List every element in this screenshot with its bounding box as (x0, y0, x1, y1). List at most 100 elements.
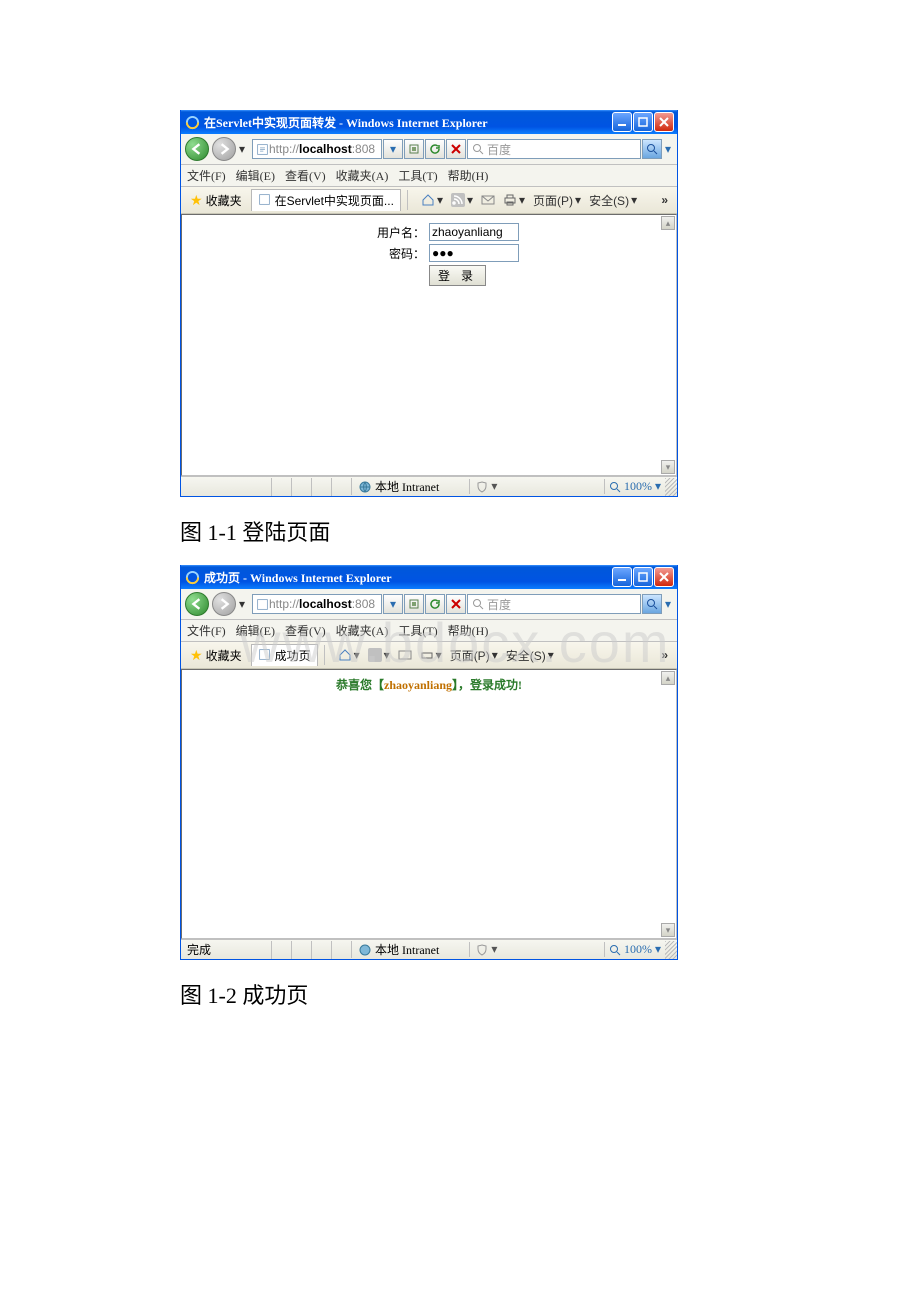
username-label: 用户名： (377, 224, 425, 241)
separator (407, 190, 408, 210)
tab-title: 成功页 (275, 647, 311, 664)
window-title: 在Servlet中实现页面转发 - Windows Internet Explo… (204, 114, 612, 131)
password-label: 密码： (377, 245, 425, 262)
resize-grip[interactable] (665, 478, 677, 496)
menu-tools[interactable]: 工具(T) (398, 622, 437, 639)
page-content: ▴ 用户名： 密码： 登 录 ▾ (181, 214, 677, 476)
titlebar[interactable]: 在Servlet中实现页面转发 - Windows Internet Explo… (181, 110, 677, 134)
mail-button[interactable] (395, 648, 415, 662)
compat-view-button[interactable] (404, 594, 424, 614)
search-input[interactable]: 百度 (467, 139, 641, 159)
back-button[interactable] (185, 592, 209, 616)
menu-file[interactable]: 文件(F) (187, 167, 226, 184)
close-button[interactable] (654, 567, 674, 587)
compat-view-button[interactable] (404, 139, 424, 159)
ie-window-login: 在Servlet中实现页面转发 - Windows Internet Explo… (180, 110, 678, 497)
nav-history-dropdown[interactable]: ▾ (239, 597, 249, 611)
command-bar: ▾ ▾ ▾ 页面(P)▾ 安全(S)▾ » (331, 647, 674, 664)
protected-mode[interactable]: ▾ (469, 942, 503, 957)
page-icon (256, 143, 269, 156)
home-button[interactable]: ▾ (335, 648, 363, 662)
close-button[interactable] (654, 112, 674, 132)
refresh-button[interactable] (425, 594, 445, 614)
page-icon (256, 598, 269, 611)
status-text: 完成 (181, 941, 271, 958)
stop-button[interactable] (446, 139, 466, 159)
menu-help[interactable]: 帮助(H) (448, 622, 489, 639)
safety-menu[interactable]: 安全(S)▾ (586, 192, 640, 209)
url-input[interactable]: http://localhost:808 (252, 594, 382, 614)
printer-icon (503, 193, 517, 207)
menu-bar[interactable]: 文件(F) 编辑(E) 查看(V) 收藏夹(A) 工具(T) 帮助(H) (181, 620, 677, 642)
search-icon (472, 598, 484, 610)
search-go-button[interactable] (642, 594, 662, 614)
search-input[interactable]: 百度 (467, 594, 641, 614)
star-icon: ★ (190, 192, 203, 209)
forward-button[interactable] (212, 592, 236, 616)
stop-button[interactable] (446, 594, 466, 614)
menu-bar[interactable]: 文件(F) 编辑(E) 查看(V) 收藏夹(A) 工具(T) 帮助(H) (181, 165, 677, 187)
protected-mode[interactable]: ▾ (469, 479, 503, 494)
window-controls (612, 112, 674, 132)
url-port: :808 (352, 142, 375, 156)
url-dropdown-button[interactable]: ▾ (383, 594, 403, 614)
menu-help[interactable]: 帮助(H) (448, 167, 489, 184)
menu-tools[interactable]: 工具(T) (398, 167, 437, 184)
menu-file[interactable]: 文件(F) (187, 622, 226, 639)
rss-icon (451, 193, 465, 207)
home-button[interactable]: ▾ (418, 193, 446, 207)
ie-window-success: 成功页 - Windows Internet Explorer ▾ http:/… (180, 565, 678, 960)
zoom-icon (609, 481, 621, 493)
rss-icon (368, 648, 382, 662)
menu-edit[interactable]: 编辑(E) (236, 167, 275, 184)
safety-menu[interactable]: 安全(S)▾ (503, 647, 557, 664)
menu-favorites[interactable]: 收藏夹(A) (336, 622, 389, 639)
page-icon (258, 193, 271, 209)
menu-view[interactable]: 查看(V) (285, 167, 326, 184)
refresh-button[interactable] (425, 139, 445, 159)
search-dropdown[interactable]: ▾ (663, 142, 673, 156)
overflow-button[interactable]: » (655, 648, 674, 662)
forward-button[interactable] (212, 137, 236, 161)
search-go-button[interactable] (642, 139, 662, 159)
favorites-button[interactable]: ★ 收藏夹 (184, 192, 248, 209)
maximize-button[interactable] (633, 567, 653, 587)
favorites-button[interactable]: ★ 收藏夹 (184, 647, 248, 664)
print-button[interactable]: ▾ (417, 648, 445, 662)
maximize-button[interactable] (633, 112, 653, 132)
url-input[interactable]: http://localhost:808 (252, 139, 382, 159)
minimize-button[interactable] (612, 112, 632, 132)
overflow-button[interactable]: » (655, 193, 674, 207)
shield-icon (476, 481, 488, 493)
security-zone[interactable]: 本地 Intranet (351, 478, 469, 495)
url-dropdown-button[interactable]: ▾ (383, 139, 403, 159)
feeds-button[interactable]: ▾ (365, 648, 393, 662)
titlebar[interactable]: 成功页 - Windows Internet Explorer (181, 565, 677, 589)
print-button[interactable]: ▾ (500, 193, 528, 207)
feeds-button[interactable]: ▾ (448, 193, 476, 207)
minimize-button[interactable] (612, 567, 632, 587)
password-input[interactable] (429, 244, 519, 262)
security-zone[interactable]: 本地 Intranet (351, 941, 469, 958)
scroll-down-button[interactable]: ▾ (661, 923, 675, 937)
resize-grip[interactable] (665, 941, 677, 959)
scroll-up-button[interactable]: ▴ (661, 671, 675, 685)
browser-tab[interactable]: 在Servlet中实现页面... (251, 189, 401, 211)
page-menu[interactable]: 页面(P)▾ (530, 192, 584, 209)
mail-button[interactable] (478, 193, 498, 207)
scroll-up-button[interactable]: ▴ (661, 216, 675, 230)
browser-tab[interactable]: 成功页 (251, 644, 318, 666)
menu-edit[interactable]: 编辑(E) (236, 622, 275, 639)
back-button[interactable] (185, 137, 209, 161)
menu-favorites[interactable]: 收藏夹(A) (336, 167, 389, 184)
login-button[interactable]: 登 录 (429, 265, 486, 286)
search-dropdown[interactable]: ▾ (663, 597, 673, 611)
zoom-control[interactable]: 100% ▾ (604, 479, 665, 494)
menu-view[interactable]: 查看(V) (285, 622, 326, 639)
nav-toolbar: ▾ http://localhost:808 ▾ 百度 ▾ (181, 589, 677, 620)
scroll-down-button[interactable]: ▾ (661, 460, 675, 474)
zoom-control[interactable]: 100% ▾ (604, 942, 665, 957)
username-input[interactable] (429, 223, 519, 241)
page-menu[interactable]: 页面(P)▾ (447, 647, 501, 664)
nav-history-dropdown[interactable]: ▾ (239, 142, 249, 156)
